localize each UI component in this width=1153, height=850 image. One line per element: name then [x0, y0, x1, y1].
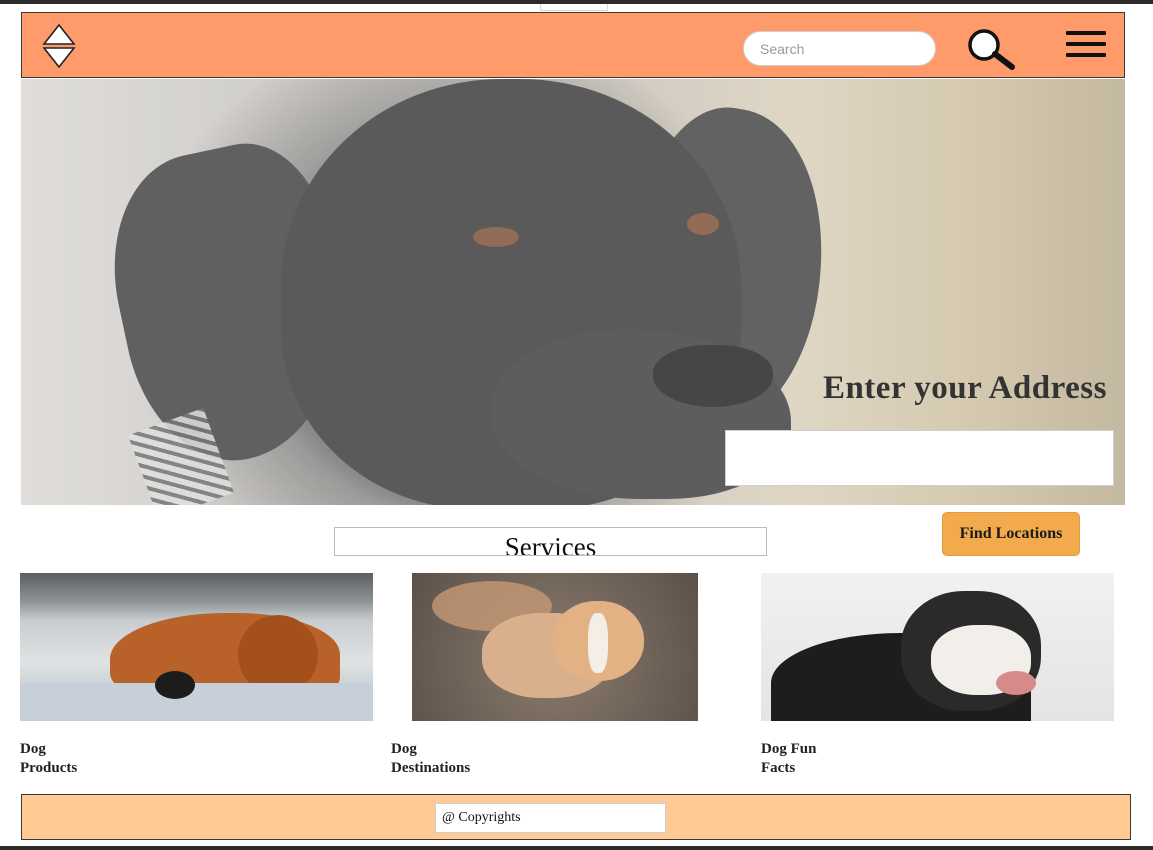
- find-locations-button[interactable]: Find Locations: [942, 512, 1080, 556]
- hero-banner: Enter your Address: [21, 79, 1125, 505]
- services-title: Services: [504, 532, 597, 556]
- address-heading: Enter your Address: [822, 370, 1107, 406]
- card-label-line: Destinations: [391, 760, 471, 776]
- site-header: [21, 12, 1125, 78]
- site-footer: @ Copyrights: [21, 794, 1131, 840]
- dog-products-image[interactable]: [20, 573, 373, 721]
- card-label-line: Dog: [20, 741, 46, 757]
- card-label-line: Dog Fun: [761, 741, 817, 757]
- card-label-line: Facts: [761, 760, 796, 776]
- copyright-text: @ Copyrights: [435, 803, 666, 833]
- blanket: [20, 683, 373, 721]
- dog-destinations-image[interactable]: [412, 573, 698, 721]
- menu-icon-bar: [1066, 53, 1106, 57]
- card-label-line: Products: [20, 760, 78, 776]
- window-bottom-border: [0, 846, 1153, 850]
- corgi-blaze: [588, 613, 608, 673]
- menu-icon[interactable]: [1066, 31, 1106, 61]
- search-input[interactable]: [743, 31, 936, 66]
- address-input[interactable]: [725, 430, 1114, 486]
- dog-fun-facts-image[interactable]: [761, 573, 1114, 721]
- dog-products-label[interactable]: Dog Products: [20, 740, 77, 778]
- dog-fun-facts-label[interactable]: Dog Fun Facts: [761, 740, 816, 778]
- husky-tongue: [996, 671, 1036, 695]
- menu-icon-bar: [1066, 31, 1106, 35]
- card-label-line: Dog: [391, 741, 417, 757]
- search-icon[interactable]: [964, 27, 1016, 71]
- services-heading-box: Services: [334, 527, 767, 556]
- dog-destinations-label[interactable]: Dog Destinations: [391, 740, 470, 778]
- retriever-nose: [155, 671, 195, 699]
- window-tab-notch: [540, 4, 608, 11]
- menu-icon-bar: [1066, 42, 1106, 46]
- logo-icon[interactable]: [40, 23, 78, 69]
